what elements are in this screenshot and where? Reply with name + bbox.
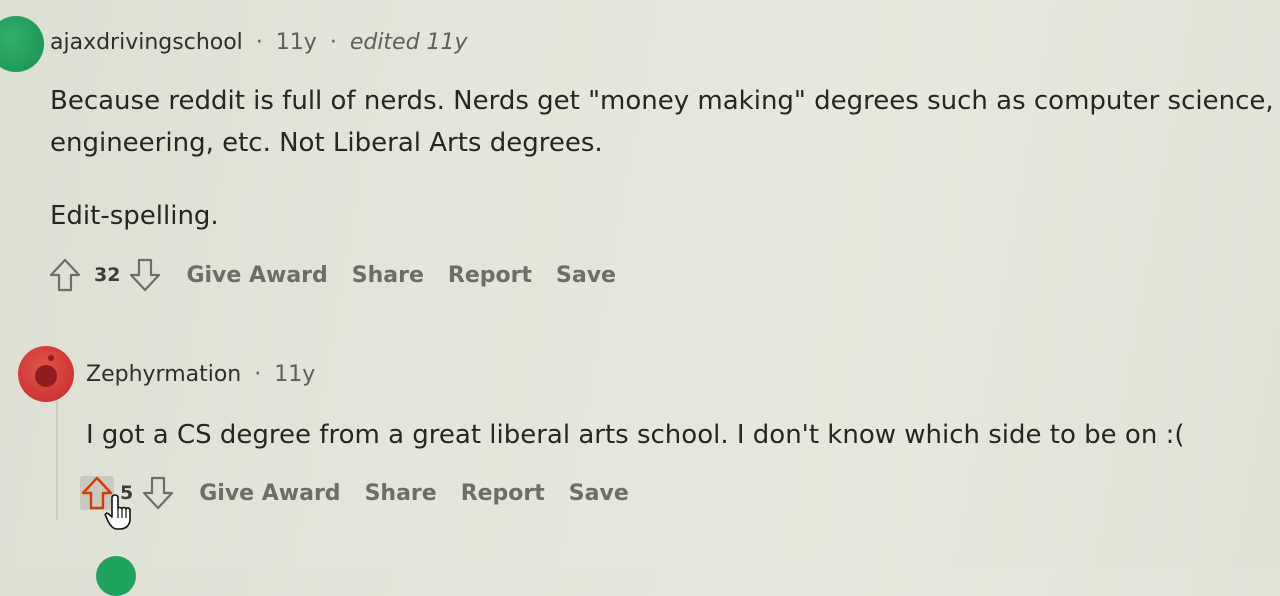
upvote-arrow-icon bbox=[49, 258, 81, 292]
hand-pointer-icon bbox=[104, 494, 131, 530]
give-award-button[interactable]: Give Award bbox=[186, 263, 327, 288]
downvote-button[interactable] bbox=[128, 258, 162, 292]
share-button[interactable]: Share bbox=[352, 263, 424, 288]
comment-text-line: I got a CS degree from a great liberal a… bbox=[86, 420, 1185, 450]
separator: · bbox=[329, 30, 337, 55]
separator: · bbox=[255, 30, 263, 55]
thread-line[interactable] bbox=[56, 400, 58, 520]
comment-text-line: engineering, etc. Not Liberal Arts degre… bbox=[50, 128, 603, 158]
comment-body: Because reddit is full of nerds. Nerds g… bbox=[50, 80, 1274, 164]
comment-meta: Zephyrmation · 11y bbox=[86, 362, 315, 387]
save-button[interactable]: Save bbox=[569, 481, 629, 506]
comment-actions: 32 Give Award Share Report Save bbox=[48, 258, 616, 292]
edited-label: edited 11y bbox=[349, 30, 468, 55]
upvote-button[interactable] bbox=[48, 258, 82, 292]
comment-meta: ajaxdrivingschool · 11y · edited 11y bbox=[50, 30, 468, 55]
author-link[interactable]: Zephyrmation bbox=[86, 362, 241, 387]
report-button[interactable]: Report bbox=[461, 481, 545, 506]
downvote-arrow-icon bbox=[130, 258, 161, 292]
give-award-button[interactable]: Give Award bbox=[199, 481, 340, 506]
downvote-button[interactable] bbox=[141, 476, 175, 510]
comment-age[interactable]: 11y bbox=[276, 30, 317, 55]
share-button[interactable]: Share bbox=[365, 481, 437, 506]
vote-count: 32 bbox=[94, 264, 121, 286]
downvote-arrow-icon bbox=[143, 476, 174, 510]
avatar[interactable] bbox=[96, 556, 136, 596]
comment-actions: 5 Give Award Share Report Save bbox=[80, 476, 629, 510]
separator: · bbox=[254, 362, 262, 387]
snoo-antenna bbox=[48, 355, 54, 361]
save-button[interactable]: Save bbox=[556, 263, 616, 288]
snoo-head bbox=[35, 365, 57, 387]
avatar[interactable] bbox=[0, 16, 44, 72]
report-button[interactable]: Report bbox=[448, 263, 532, 288]
author-link[interactable]: ajaxdrivingschool bbox=[50, 30, 243, 55]
comment-age[interactable]: 11y bbox=[274, 362, 315, 387]
comment-text-line: Edit-spelling. bbox=[50, 201, 219, 231]
avatar[interactable] bbox=[18, 346, 74, 402]
comment-text-line: Because reddit is full of nerds. Nerds g… bbox=[50, 86, 1274, 116]
